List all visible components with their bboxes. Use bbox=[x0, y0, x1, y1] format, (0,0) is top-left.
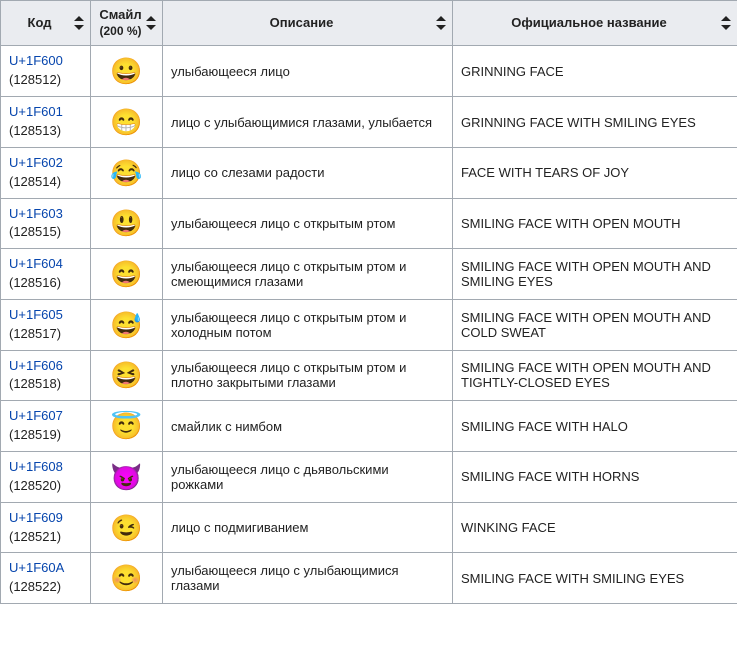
cell-emoji: 😆 bbox=[91, 350, 163, 401]
code-hex: U+1F603 bbox=[9, 206, 63, 221]
cell-code: U+1F607 (128519) bbox=[1, 401, 91, 452]
cell-emoji: 😀 bbox=[91, 46, 163, 97]
cell-official-name: SMILING FACE WITH OPEN MOUTH AND TIGHTLY… bbox=[453, 350, 737, 401]
code-dec: (128512) bbox=[9, 72, 61, 87]
code-hex: U+1F600 bbox=[9, 53, 63, 68]
cell-description: лицо с улыбающимися глазами, улыбается bbox=[163, 97, 453, 148]
code-hex: U+1F606 bbox=[9, 358, 63, 373]
table-row: U+1F606 (128518) 😆улыбающееся лицо с откры… bbox=[1, 350, 737, 401]
code-hex: U+1F607 bbox=[9, 408, 63, 423]
col-header-emoji-sub: (200 %) bbox=[99, 24, 142, 40]
col-header-name[interactable]: Официальное название bbox=[453, 1, 737, 46]
cell-description: улыбающееся лицо с открытым ртом и смеющ… bbox=[163, 249, 453, 300]
col-header-code-label: Код bbox=[28, 15, 52, 30]
cell-code: U+1F603 (128515) bbox=[1, 198, 91, 249]
code-dec: (128515) bbox=[9, 224, 61, 239]
table-row: U+1F609 (128521) 😉лицо с подмигиваниемWINK… bbox=[1, 502, 737, 553]
cell-official-name: SMILING FACE WITH HORNS bbox=[453, 451, 737, 502]
cell-description: смайлик с нимбом bbox=[163, 401, 453, 452]
table-row: U+1F604 (128516) 😄улыбающееся лицо с откры… bbox=[1, 249, 737, 300]
code-dec: (128521) bbox=[9, 529, 61, 544]
table-header-row: Код Смайл (200 %) Описание Официальное н… bbox=[1, 1, 737, 46]
table-row: U+1F608 (128520) 😈улыбающееся лицо с дьяво… bbox=[1, 451, 737, 502]
cell-emoji: 😄 bbox=[91, 249, 163, 300]
code-dec: (128520) bbox=[9, 478, 61, 493]
cell-description: улыбающееся лицо с дьявольскими рожками bbox=[163, 451, 453, 502]
cell-official-name: SMILING FACE WITH OPEN MOUTH AND COLD SW… bbox=[453, 299, 737, 350]
code-dec: (128522) bbox=[9, 579, 61, 594]
code-dec: (128519) bbox=[9, 427, 61, 442]
cell-description: улыбающееся лицо bbox=[163, 46, 453, 97]
table-row: U+1F605 (128517) 😅улыбающееся лицо с откры… bbox=[1, 299, 737, 350]
table-row: U+1F601 (128513) 😁лицо с улыбающимися глаз… bbox=[1, 97, 737, 148]
cell-description: улыбающееся лицо с улыбающимися глазами bbox=[163, 553, 453, 604]
code-hex: U+1F609 bbox=[9, 510, 63, 525]
cell-code: U+1F606 (128518) bbox=[1, 350, 91, 401]
code-dec: (128514) bbox=[9, 174, 61, 189]
cell-emoji: 😂 bbox=[91, 147, 163, 198]
table-row: U+1F603 (128515) 😃улыбающееся лицо с откры… bbox=[1, 198, 737, 249]
cell-code: U+1F609 (128521) bbox=[1, 502, 91, 553]
code-dec: (128518) bbox=[9, 376, 61, 391]
col-header-emoji[interactable]: Смайл (200 %) bbox=[91, 1, 163, 46]
cell-official-name: SMILING FACE WITH OPEN MOUTH bbox=[453, 198, 737, 249]
cell-official-name: SMILING FACE WITH SMILING EYES bbox=[453, 553, 737, 604]
col-header-desc[interactable]: Описание bbox=[163, 1, 453, 46]
cell-code: U+1F604 (128516) bbox=[1, 249, 91, 300]
cell-code: U+1F605 (128517) bbox=[1, 299, 91, 350]
sort-icon[interactable] bbox=[721, 16, 731, 30]
cell-official-name: WINKING FACE bbox=[453, 502, 737, 553]
code-hex: U+1F602 bbox=[9, 155, 63, 170]
code-hex: U+1F605 bbox=[9, 307, 63, 322]
cell-official-name: GRINNING FACE WITH SMILING EYES bbox=[453, 97, 737, 148]
cell-code: U+1F600 (128512) bbox=[1, 46, 91, 97]
cell-emoji: 😊 bbox=[91, 553, 163, 604]
cell-official-name: GRINNING FACE bbox=[453, 46, 737, 97]
cell-official-name: SMILING FACE WITH OPEN MOUTH AND SMILING… bbox=[453, 249, 737, 300]
cell-code: U+1F602 (128514) bbox=[1, 147, 91, 198]
col-header-desc-label: Описание bbox=[270, 15, 334, 30]
cell-description: улыбающееся лицо с открытым ртом и плотн… bbox=[163, 350, 453, 401]
cell-emoji: 😈 bbox=[91, 451, 163, 502]
cell-description: лицо с подмигиванием bbox=[163, 502, 453, 553]
cell-emoji: 😁 bbox=[91, 97, 163, 148]
cell-description: улыбающееся лицо с открытым ртом bbox=[163, 198, 453, 249]
cell-official-name: FACE WITH TEARS OF JOY bbox=[453, 147, 737, 198]
emoji-table: Код Смайл (200 %) Описание Официальное н… bbox=[0, 0, 737, 604]
sort-icon[interactable] bbox=[74, 16, 84, 30]
cell-emoji: 😃 bbox=[91, 198, 163, 249]
code-dec: (128516) bbox=[9, 275, 61, 290]
cell-description: лицо со слезами радости bbox=[163, 147, 453, 198]
sort-icon[interactable] bbox=[436, 16, 446, 30]
table-row: U+1F602 (128514) 😂лицо со слезами радостиF… bbox=[1, 147, 737, 198]
table-row: U+1F600 (128512) 😀улыбающееся лицоGRINNING… bbox=[1, 46, 737, 97]
col-header-name-label: Официальное название bbox=[511, 15, 666, 30]
cell-emoji: 😉 bbox=[91, 502, 163, 553]
cell-emoji: 😅 bbox=[91, 299, 163, 350]
cell-code: U+1F608 (128520) bbox=[1, 451, 91, 502]
cell-official-name: SMILING FACE WITH HALO bbox=[453, 401, 737, 452]
code-dec: (128517) bbox=[9, 326, 61, 341]
cell-emoji: 😇 bbox=[91, 401, 163, 452]
code-hex: U+1F601 bbox=[9, 104, 63, 119]
col-header-emoji-label: Смайл bbox=[99, 7, 141, 22]
code-hex: U+1F608 bbox=[9, 459, 63, 474]
cell-code: U+1F60A (128522) bbox=[1, 553, 91, 604]
code-hex: U+1F60A bbox=[9, 560, 64, 575]
table-row: U+1F607 (128519) 😇смайлик с нимбомSMILING … bbox=[1, 401, 737, 452]
table-row: U+1F60A (128522) 😊улыбающееся лицо с улыба… bbox=[1, 553, 737, 604]
sort-icon[interactable] bbox=[146, 16, 156, 30]
col-header-code[interactable]: Код bbox=[1, 1, 91, 46]
cell-description: улыбающееся лицо с открытым ртом и холод… bbox=[163, 299, 453, 350]
code-hex: U+1F604 bbox=[9, 256, 63, 271]
cell-code: U+1F601 (128513) bbox=[1, 97, 91, 148]
code-dec: (128513) bbox=[9, 123, 61, 138]
